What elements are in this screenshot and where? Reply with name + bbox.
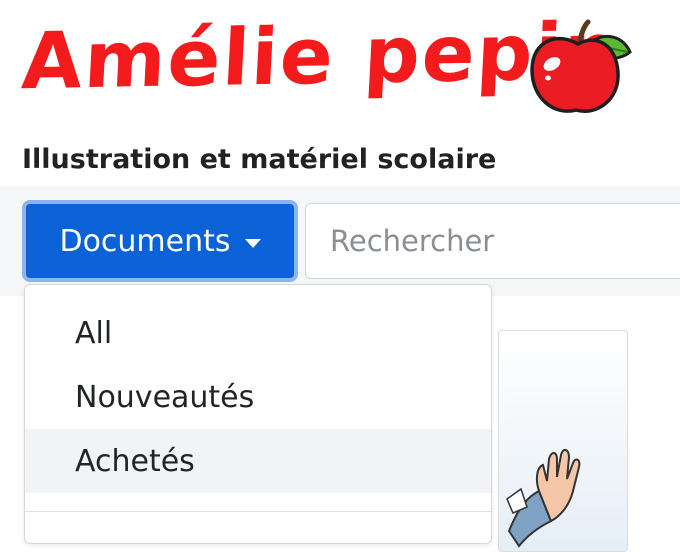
dropdown-item-achetes[interactable]: Achetés <box>25 429 491 493</box>
caret-down-icon <box>244 238 261 248</box>
document-card[interactable] <box>498 330 628 552</box>
site-tagline: Illustration et matériel scolaire <box>22 144 497 175</box>
site-header: Amélie pepin Illustration et matériel sc… <box>0 0 680 175</box>
dropdown-item-nouveautes[interactable]: Nouveautés <box>25 365 491 429</box>
apple-icon <box>530 19 632 113</box>
dropdown-item-all[interactable]: All <box>25 301 491 365</box>
dropdown-divider <box>25 511 491 512</box>
hand-illustration <box>506 449 581 548</box>
documents-dropdown-button[interactable]: Documents <box>22 200 298 282</box>
documents-button-label: Documents <box>59 223 231 259</box>
search-input[interactable] <box>305 203 680 279</box>
documents-dropdown-menu: All Nouveautés Achetés <box>24 284 492 544</box>
